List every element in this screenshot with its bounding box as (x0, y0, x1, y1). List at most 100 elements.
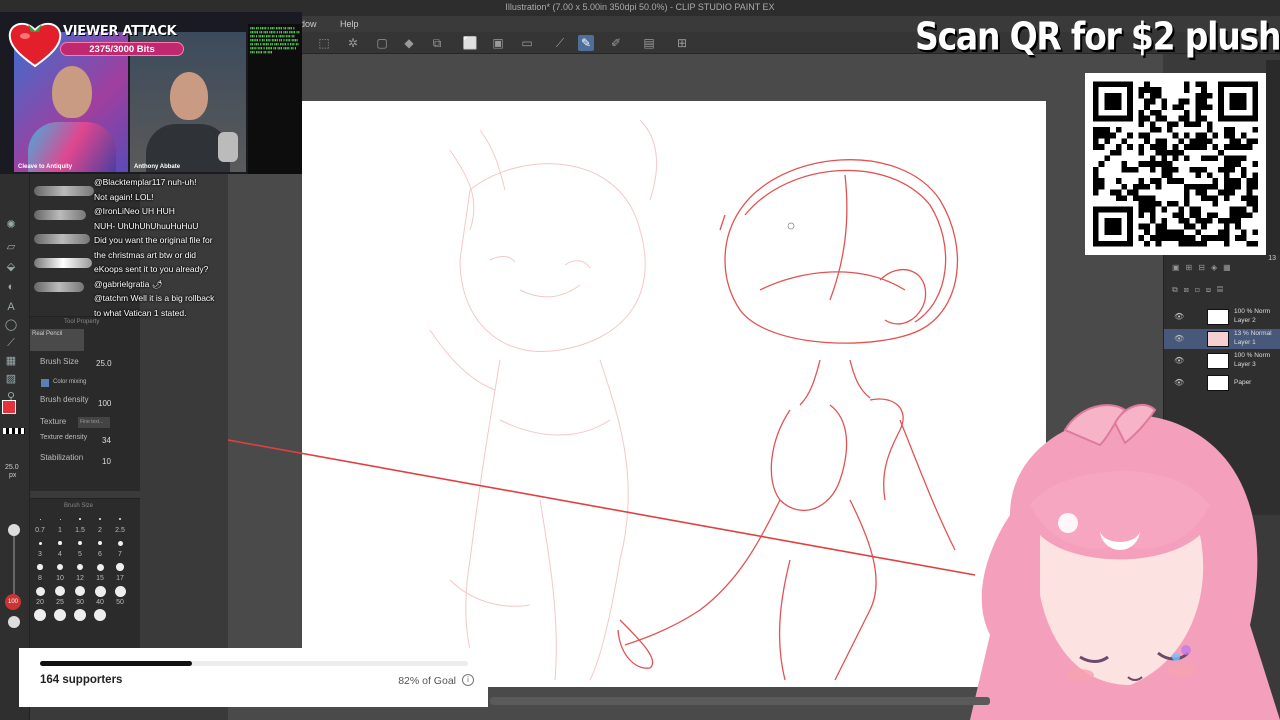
layer-name: Layer 3 (1234, 361, 1256, 368)
brush-density-value[interactable]: 100 (98, 399, 111, 408)
visibility-eye-icon[interactable]: 👁 (1174, 334, 1184, 343)
deselect-icon[interactable]: ▭ (519, 35, 535, 51)
brush-size-dot[interactable] (59, 518, 61, 520)
main-color-swatch[interactable] (2, 400, 16, 414)
airbrush-tool-icon[interactable]: ✺ (4, 218, 18, 232)
brush-size-dot[interactable] (97, 540, 103, 546)
webcam-chatlog: ▮▮▮ ▮▮ ▮▮▮▮ ▮ ▮▮▮ ▮▮▮▮ ▮▮ ▮▮▮ ▮ ▮▮▮▮▮ ▮▮… (248, 24, 302, 174)
brush-size-dot[interactable] (75, 586, 85, 596)
menu-window[interactable]: dow (300, 19, 317, 29)
brush-size-header: Brush Size (64, 503, 94, 509)
opacity-readout: 100 (5, 594, 21, 610)
brush-size-label: 10 (56, 575, 64, 582)
layer-row[interactable]: 👁 13 % Normal Layer 1 (1164, 329, 1280, 349)
pencil-icon[interactable]: ✐ (608, 35, 624, 51)
brush-size-dot[interactable] (57, 564, 63, 570)
goal-percent: 82% of Goal (398, 675, 456, 687)
viewer-attack-title: VIEWER ATTACK (63, 24, 177, 39)
texture-density-value[interactable]: 34 (102, 436, 111, 445)
transform-icon[interactable]: ⬚ (316, 35, 332, 51)
stabilization-value[interactable]: 10 (102, 457, 111, 466)
chat-message: to what Vatican 1 stated. (94, 307, 187, 318)
fill-tool-icon[interactable]: ⬙ (4, 260, 18, 274)
brush-preview-2[interactable] (34, 210, 86, 220)
brush-size-dot[interactable] (38, 541, 42, 545)
visibility-eye-icon[interactable]: 👁 (1174, 312, 1184, 321)
menu-help[interactable]: Help (340, 19, 359, 29)
brush-size-dot[interactable] (116, 563, 124, 571)
fill-icon[interactable]: ◆ (401, 35, 417, 51)
brush-size-dot[interactable] (94, 585, 106, 597)
brush-size-dot[interactable] (118, 517, 122, 521)
color-mixing-checkbox[interactable] (41, 379, 49, 387)
qr-code[interactable] (1085, 73, 1266, 255)
frame-tool-icon[interactable]: ▦ (4, 354, 18, 368)
balloon-tool-icon[interactable]: ◯ (4, 318, 18, 332)
person-left-head (52, 66, 92, 118)
brush-size-dot[interactable] (99, 518, 101, 520)
brush-size-label: 8 (38, 575, 42, 582)
supporters-count: 164 supporters (40, 674, 123, 686)
layer-row[interactable]: 👁 Paper (1164, 373, 1280, 393)
texture-value[interactable]: Fine text... (78, 417, 110, 428)
layer-row[interactable]: 👁 100 % Norm Layer 3 (1164, 351, 1280, 371)
goal-progress-track (40, 661, 468, 666)
share-icon[interactable]: ⊞ (674, 35, 690, 51)
menu-bar: dow Help (300, 16, 800, 32)
gradient-tool-icon[interactable]: ▨ (4, 372, 18, 386)
brush-size-dot[interactable] (79, 518, 81, 520)
layer-row[interactable]: 👁 100 % Norm Layer 2 (1164, 307, 1280, 327)
brush-size-dot[interactable] (39, 518, 41, 520)
brush-size-dot[interactable] (58, 541, 62, 545)
brush-size-dot[interactable] (96, 563, 104, 571)
brush-size-dot[interactable] (78, 541, 82, 545)
visibility-eye-icon[interactable]: 👁 (1174, 378, 1184, 387)
eraser-tool-icon[interactable]: ▱ (4, 240, 18, 254)
selection-icon[interactable]: ⬜ (462, 35, 478, 51)
canvas-paper[interactable] (302, 101, 1046, 687)
texture-label: Texture (40, 417, 67, 426)
chat-message: the christmas art btw or did (94, 249, 197, 260)
opacity-slider-handle[interactable] (8, 616, 20, 628)
horizontal-scrollbar[interactable] (490, 697, 990, 705)
brush-preview-3[interactable] (34, 234, 90, 244)
selection-invert-icon[interactable]: ▣ (490, 35, 506, 51)
size-slider-handle[interactable] (8, 524, 20, 536)
brush-size-dot[interactable] (74, 609, 86, 621)
brush-size-value[interactable]: 25.0 (96, 359, 112, 368)
cam-right-label: Anthony Abbate (134, 164, 181, 170)
crop-icon[interactable]: ⧉ (429, 35, 445, 51)
chat-message: @gabrielgratia 🌶 (94, 278, 163, 289)
donation-goal-bar: 164 supporters 82% of Goal i (19, 648, 488, 707)
clear-icon[interactable]: ▢ (374, 35, 390, 51)
brush-size-dot[interactable] (76, 563, 84, 571)
pen-ruler-icon[interactable]: ✎ (578, 35, 594, 51)
brush-size-dot[interactable] (55, 586, 65, 596)
blend-tool-icon[interactable]: ◐ (4, 280, 18, 294)
brush-size-dot[interactable] (37, 564, 43, 570)
person-right-head (170, 72, 208, 120)
tomato-heart-icon (8, 22, 62, 68)
brush-size-dot[interactable] (35, 586, 45, 596)
brush-preview-1[interactable] (34, 186, 94, 196)
layer-toolbar-2[interactable]: ⧉⊠⊡⧈▤ (1172, 285, 1276, 297)
brush-size-dot[interactable] (54, 609, 66, 621)
settings-icon[interactable]: ✲ (345, 35, 361, 51)
mini-chat-log: ▮▮▮ ▮▮ ▮▮▮▮ ▮ ▮▮▮ ▮▮▮▮ ▮▮ ▮▮▮ ▮ ▮▮▮▮▮ ▮▮… (250, 26, 300, 54)
info-icon[interactable]: i (462, 674, 474, 686)
brush-preview-5[interactable] (34, 282, 84, 292)
brush-size-label: 15 (96, 575, 104, 582)
visibility-eye-icon[interactable]: 👁 (1174, 356, 1184, 365)
brush-size-label: 20 (36, 599, 44, 606)
brush-size-dot[interactable] (94, 609, 106, 621)
brush-size-dot[interactable] (114, 585, 126, 597)
text-tool-icon[interactable]: A (4, 300, 18, 314)
transparent-color-swatch[interactable] (3, 428, 25, 434)
brush-size-dot[interactable] (34, 609, 46, 621)
ruler-tool-icon[interactable]: ⟋ (4, 336, 18, 350)
brush-size-dot[interactable] (117, 540, 123, 546)
layer-toolbar[interactable]: ▣⊞⊟◈▦ (1172, 263, 1276, 275)
brush-preview-4[interactable] (34, 258, 92, 268)
vector-icon[interactable]: ⟋ (552, 35, 568, 51)
layer-icon[interactable]: ▤ (641, 35, 657, 51)
